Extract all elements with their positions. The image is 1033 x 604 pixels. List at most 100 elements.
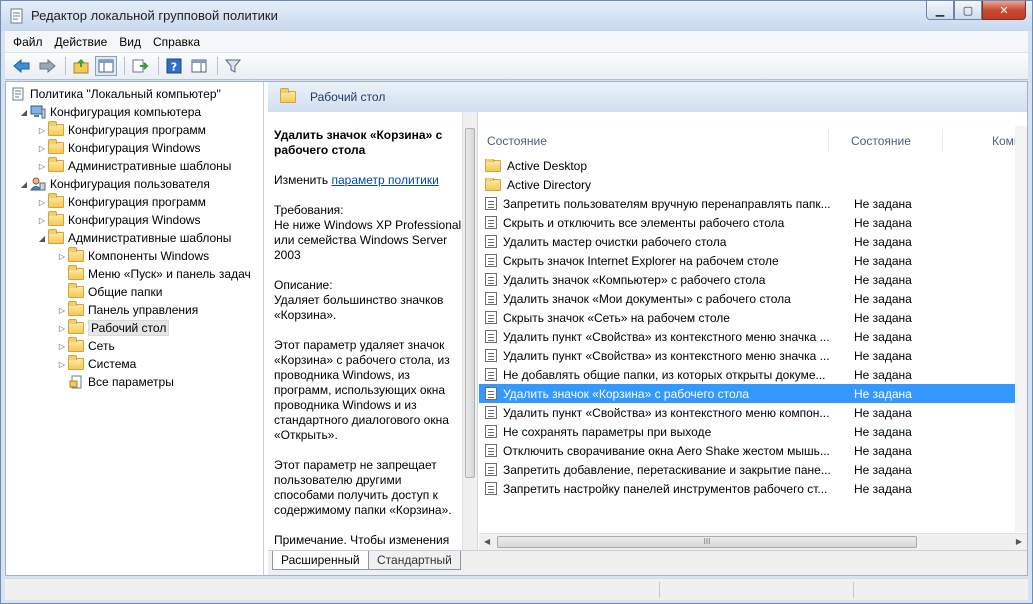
policy-row[interactable]: Удалить пункт «Свойства» из контекстного… xyxy=(479,403,1023,422)
expand-arrow-icon[interactable]: ▷ xyxy=(36,126,48,135)
policy-state: Не задана xyxy=(854,215,912,230)
policy-row[interactable]: Запретить добавление, перетаскивание и з… xyxy=(479,460,1023,479)
close-button[interactable]: ✕ xyxy=(982,1,1026,20)
policy-row[interactable]: Скрыть и отключить все элементы рабочего… xyxy=(479,213,1023,232)
tree-item-root[interactable]: Политика "Локальный компьютер" xyxy=(10,85,221,103)
show-hide-action-pane-button[interactable] xyxy=(188,56,210,76)
tree-item-start-menu[interactable]: Меню «Пуск» и панель задач xyxy=(56,265,251,283)
export-list-button[interactable] xyxy=(129,56,151,76)
expand-arrow-icon[interactable]: ▷ xyxy=(36,144,48,153)
policy-row[interactable]: Удалить значок «Мои документы» с рабочег… xyxy=(479,289,1023,308)
folder-icon xyxy=(48,229,64,245)
policy-state: Не задана xyxy=(854,386,912,401)
expand-arrow-icon[interactable]: ▷ xyxy=(56,360,68,369)
expand-arrow-icon[interactable]: ▷ xyxy=(56,324,68,333)
policy-row[interactable]: Не добавлять общие папки, из которых отк… xyxy=(479,365,1023,384)
tree-item-computer-config[interactable]: ◢ Конфигурация компьютера xyxy=(18,103,201,121)
tree-item-network[interactable]: ▷ Сеть xyxy=(56,337,115,355)
menu-file[interactable]: Файл xyxy=(13,35,43,49)
policy-row[interactable]: Запретить настройку панелей инструментов… xyxy=(479,479,1023,498)
collapse-arrow-icon[interactable]: ◢ xyxy=(18,180,30,189)
maximize-button[interactable]: ▢ xyxy=(954,1,982,20)
expand-arrow-icon[interactable]: ▷ xyxy=(36,198,48,207)
collapse-arrow-icon[interactable]: ◢ xyxy=(18,108,30,117)
policy-setting-icon xyxy=(485,197,497,210)
tab-extended[interactable]: Расширенный xyxy=(272,551,369,570)
title-bar: Редактор локальной групповой политики ▁ … xyxy=(1,1,1032,31)
policy-state: Не задана xyxy=(854,310,912,325)
tree-item-user-config[interactable]: ◢ Конфигурация пользователя xyxy=(18,175,210,193)
gpedit-app-icon xyxy=(10,8,23,24)
policy-name: Удалить пункт «Свойства» из контекстного… xyxy=(503,329,830,344)
collapse-arrow-icon[interactable]: ◢ xyxy=(36,234,48,243)
up-level-button[interactable] xyxy=(70,56,92,76)
column-header-setting[interactable]: Состояние xyxy=(479,130,829,152)
folder-icon xyxy=(48,211,64,227)
expand-arrow-icon[interactable]: ▷ xyxy=(56,306,68,315)
scrollbar-thumb[interactable] xyxy=(465,128,475,478)
tree-label: Конфигурация Windows xyxy=(68,141,201,155)
policy-name: Не сохранять параметры при выходе xyxy=(503,424,712,439)
list-vertical-scrollbar[interactable] xyxy=(1015,126,1027,532)
edit-policy-link[interactable]: параметр политики xyxy=(331,173,438,187)
filter-button[interactable] xyxy=(222,56,244,76)
tree-item-cc-admin[interactable]: ▷ Административные шаблоны xyxy=(36,157,231,175)
policy-setting-icon xyxy=(485,425,497,438)
scrollbar-thumb[interactable]: III xyxy=(497,536,917,548)
help-button[interactable]: ? xyxy=(163,56,185,76)
policy-setting-icon xyxy=(485,444,497,457)
column-header-state[interactable]: Состояние xyxy=(843,130,943,152)
tree-item-system[interactable]: ▷ Система xyxy=(56,355,136,373)
computer-icon xyxy=(30,105,46,119)
scroll-right-icon[interactable]: ▶ xyxy=(1016,537,1022,546)
expand-arrow-icon[interactable]: ▷ xyxy=(56,252,68,261)
minimize-icon: ▁ xyxy=(935,4,945,17)
policy-row[interactable]: Удалить мастер очистки рабочего стола Не … xyxy=(479,232,1023,251)
description-scrollbar[interactable] xyxy=(462,112,477,550)
policy-row[interactable]: Отключить сворачивание окна Aero Shake ж… xyxy=(479,441,1023,460)
show-hide-tree-button[interactable] xyxy=(95,56,117,76)
tree-item-cc-software[interactable]: ▷ Конфигурация программ xyxy=(36,121,206,139)
policy-row[interactable]: Запретить пользователям вручную перенапр… xyxy=(479,194,1023,213)
expand-arrow-icon[interactable]: ▷ xyxy=(56,342,68,351)
tree-item-uc-admin[interactable]: ◢ Административные шаблоны xyxy=(36,229,231,247)
policy-state: Не задана xyxy=(854,253,912,268)
policy-row[interactable]: Скрыть значок «Сеть» на рабочем столе Не … xyxy=(479,308,1023,327)
tree-item-all-settings[interactable]: Все параметры xyxy=(56,373,174,391)
expand-arrow-icon[interactable]: ▷ xyxy=(36,162,48,171)
toolbar-separator xyxy=(65,57,66,75)
policy-row[interactable]: Скрыть значок Internet Explorer на рабоч… xyxy=(479,251,1023,270)
tree-item-shared-folders[interactable]: Общие папки xyxy=(56,283,162,301)
details-header: Рабочий стол xyxy=(268,82,1027,112)
folder-name: Active Directory xyxy=(507,177,592,192)
list-horizontal-scrollbar[interactable]: ◀ III ▶ xyxy=(479,533,1027,550)
menu-action[interactable]: Действие xyxy=(55,35,108,49)
policy-state: Не задана xyxy=(854,348,912,363)
list-item-folder[interactable]: Active Directory xyxy=(479,175,1023,194)
scroll-left-icon[interactable]: ◀ xyxy=(484,537,490,546)
tree-item-uc-windows[interactable]: ▷ Конфигурация Windows xyxy=(36,211,201,229)
tree-item-desktop[interactable]: ▷ Рабочий стол xyxy=(56,319,170,337)
policy-row[interactable]: Удалить значок «Компьютер» с рабочего ст… xyxy=(479,270,1023,289)
menu-view[interactable]: Вид xyxy=(119,35,141,49)
policy-row[interactable]: Удалить пункт «Свойства» из контекстного… xyxy=(479,346,1023,365)
tree-item-control-panel[interactable]: ▷ Панель управления xyxy=(56,301,198,319)
status-divider xyxy=(853,582,854,598)
policy-row[interactable]: Удалить пункт «Свойства» из контекстного… xyxy=(479,327,1023,346)
expand-arrow-icon[interactable]: ▷ xyxy=(36,216,48,225)
forward-arrow-icon xyxy=(39,59,56,73)
minimize-button[interactable]: ▁ xyxy=(926,1,954,20)
tab-standard[interactable]: Стандартный xyxy=(368,551,461,570)
list-item-folder[interactable]: Active Desktop xyxy=(479,156,1023,175)
menu-help[interactable]: Справка xyxy=(153,35,200,49)
tree-item-uc-software[interactable]: ▷ Конфигурация программ xyxy=(36,193,206,211)
policy-row[interactable]: Не сохранять параметры при выходе Не зада… xyxy=(479,422,1023,441)
folder-name: Active Desktop xyxy=(507,158,588,173)
policy-row[interactable]: Удалить значок «Корзина» с рабочего стол… xyxy=(479,384,1023,403)
back-button[interactable] xyxy=(11,56,33,76)
status-bar xyxy=(5,578,1028,600)
tree-item-cc-windows[interactable]: ▷ Конфигурация Windows xyxy=(36,139,201,157)
tree-item-windows-components[interactable]: ▷ Компоненты Windows xyxy=(56,247,209,265)
policy-state: Не задана xyxy=(854,443,912,458)
forward-button[interactable] xyxy=(36,56,58,76)
